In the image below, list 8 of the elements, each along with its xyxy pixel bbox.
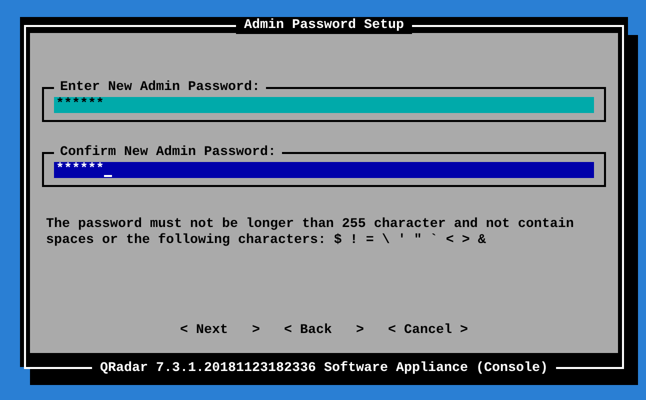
dialog-button[interactable]: < Next > bbox=[180, 323, 260, 339]
footer-text: QRadar 7.3.1.20181123182336 Software Appliance (Console) bbox=[92, 361, 556, 377]
dialog-button[interactable]: < Back > bbox=[284, 323, 364, 339]
password-field[interactable]: ****** bbox=[54, 97, 594, 113]
password-field[interactable]: ****** bbox=[54, 162, 594, 178]
password-rules-text: The password must not be longer than 255 character and not contain spaces or the following characters: $ ! = \ ' " ` < > & bbox=[46, 217, 575, 249]
dialog-title: Admin Password Setup bbox=[236, 18, 412, 34]
dialog-button[interactable]: < Cancel > bbox=[388, 323, 468, 339]
